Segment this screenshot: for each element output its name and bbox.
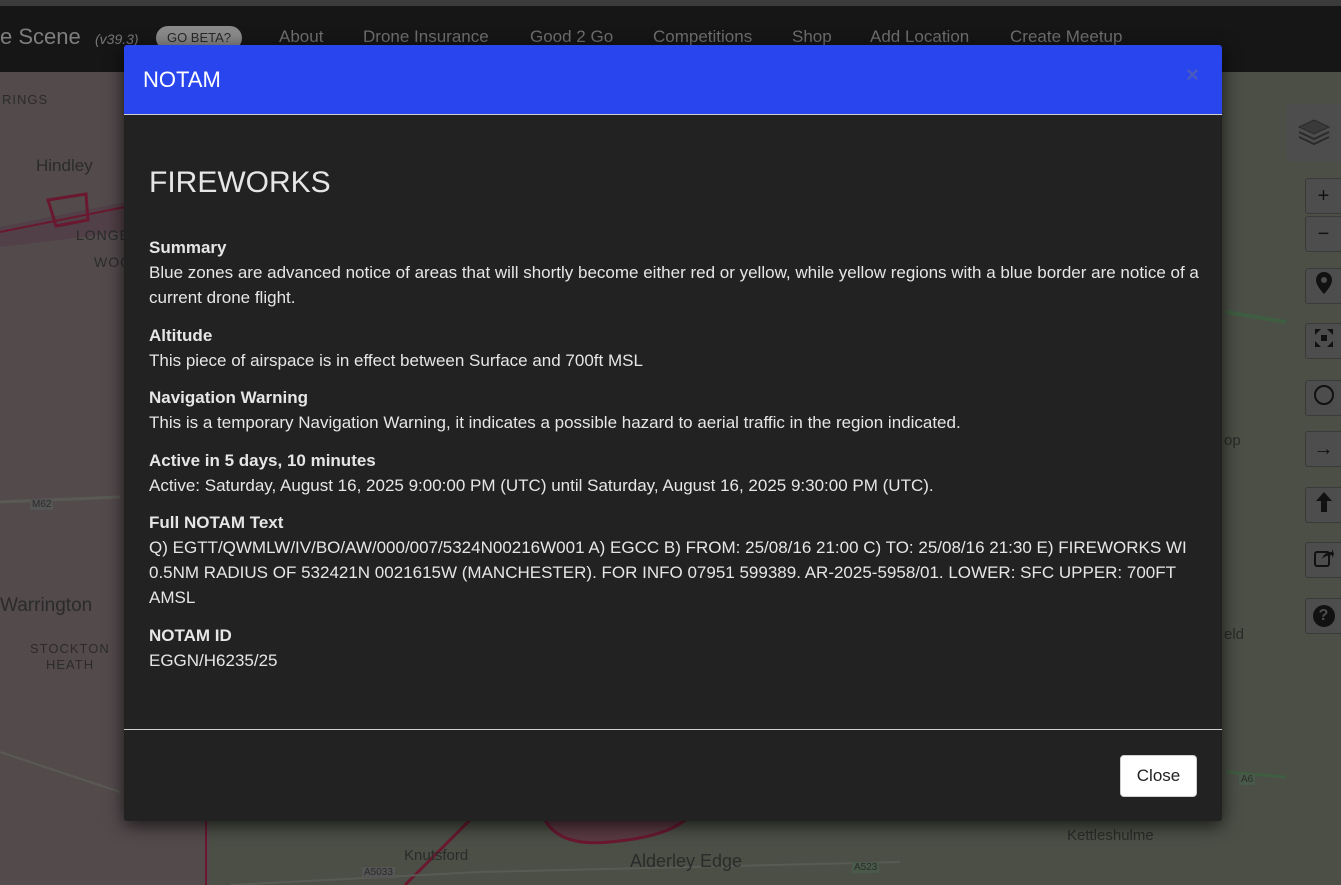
section-heading-active: Active in 5 days, 10 minutes (149, 451, 376, 470)
close-icon[interactable]: × (1186, 62, 1199, 88)
section-heading-altitude: Altitude (149, 326, 213, 345)
notam-headline: FIREWORKS (149, 166, 331, 199)
section-text-notam-id: EGGN/H6235/25 (149, 651, 278, 670)
section-text-active: Active: Saturday, August 16, 2025 9:00:0… (149, 476, 934, 495)
notam-modal: NOTAM × FIREWORKS Summary Blue zones are… (124, 45, 1222, 821)
modal-title: NOTAM (143, 67, 221, 92)
modal-header: NOTAM × (124, 45, 1222, 115)
section-heading-notam-id: NOTAM ID (149, 626, 232, 645)
modal-footer: Close (124, 729, 1222, 821)
section-heading-full-notam-text: Full NOTAM Text (149, 513, 284, 532)
section-heading-summary: Summary (149, 238, 227, 257)
section-text-summary: Blue zones are advanced notice of areas … (149, 263, 1199, 307)
section-text-full-notam-text: Q) EGTT/QWMLW/IV/BO/AW/000/007/5324N0021… (149, 538, 1187, 607)
section-text-navigation-warning: This is a temporary Navigation Warning, … (149, 413, 961, 432)
section-text-altitude: This piece of airspace is in effect betw… (149, 351, 643, 370)
modal-body: FIREWORKS Summary Blue zones are advance… (124, 115, 1222, 729)
close-button[interactable]: Close (1120, 755, 1197, 797)
section-heading-navigation-warning: Navigation Warning (149, 388, 308, 407)
